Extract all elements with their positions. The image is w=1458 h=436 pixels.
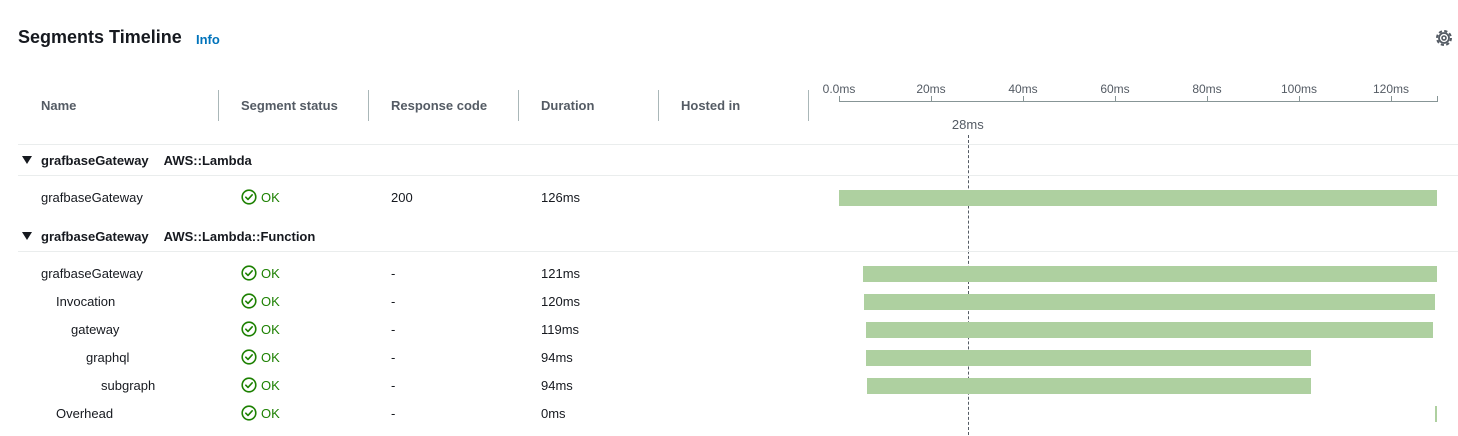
segment-status: OK [241, 189, 280, 205]
segment-duration: 121ms [541, 266, 581, 281]
column-header-response[interactable]: Response code [391, 98, 487, 113]
timeline-bar[interactable] [866, 322, 1433, 338]
segment-duration: 94ms [541, 350, 573, 365]
segment-name[interactable]: Overhead [56, 406, 113, 421]
timeline-bar[interactable] [863, 294, 1436, 310]
timeline-bar[interactable] [862, 266, 1437, 282]
ok-check-icon [241, 189, 261, 205]
segment-name[interactable]: grafbaseGateway [41, 266, 143, 281]
segment-status: OK [241, 405, 280, 421]
timeline-bar[interactable] [866, 350, 1311, 366]
segment-duration: 0ms [541, 406, 566, 421]
response-code: - [391, 406, 396, 421]
timeline-bar[interactable] [1434, 406, 1437, 422]
status-label: OK [261, 377, 280, 393]
segment-name[interactable]: graphql [86, 350, 129, 365]
axis-tick-label: 60ms [1100, 82, 1130, 96]
group-name: grafbaseGateway [41, 152, 149, 168]
ok-check-icon [241, 349, 261, 365]
status-label: OK [261, 189, 280, 205]
response-code: - [391, 378, 396, 393]
column-separator[interactable] [658, 90, 659, 121]
ok-check-icon [241, 293, 261, 309]
axis-tick [1437, 96, 1438, 102]
segment-status: OK [241, 377, 280, 393]
segment-duration: 94ms [541, 378, 573, 393]
response-code: - [391, 294, 396, 309]
segment-name[interactable]: subgraph [101, 378, 155, 393]
status-label: OK [261, 405, 280, 421]
column-separator[interactable] [808, 90, 809, 121]
axis-tick-label: 100ms [1280, 82, 1318, 96]
segment-duration: 119ms [541, 322, 580, 337]
timeline-bar[interactable] [867, 378, 1311, 394]
column-separator[interactable] [518, 90, 519, 121]
ok-check-icon [241, 265, 261, 281]
response-code: 200 [391, 190, 413, 205]
ok-check-icon [241, 377, 261, 393]
column-separator[interactable] [218, 90, 219, 121]
group-type: AWS::Lambda [163, 152, 252, 168]
status-label: OK [261, 349, 280, 365]
column-header-hosted[interactable]: Hosted in [681, 98, 740, 113]
segment-name[interactable]: Invocation [56, 294, 115, 309]
ok-check-icon [241, 321, 261, 337]
settings-gear-icon[interactable] [1434, 28, 1454, 48]
axis-tick-label: 120ms [1372, 82, 1410, 96]
group-type: AWS::Lambda::Function [163, 228, 316, 244]
segment-name[interactable]: grafbaseGateway [41, 190, 143, 205]
axis-line [839, 101, 1437, 102]
column-header-name[interactable]: Name [41, 98, 76, 113]
collapse-caret-icon[interactable] [22, 232, 32, 240]
header-divider [18, 144, 1458, 145]
group-divider [18, 251, 1458, 252]
axis-tick-label: 0.0ms [822, 82, 856, 96]
segment-status: OK [241, 293, 280, 309]
collapse-caret-icon[interactable] [22, 156, 32, 164]
group-name: grafbaseGateway [41, 228, 149, 244]
segment-status: OK [241, 265, 280, 281]
response-code: - [391, 322, 396, 337]
timeline-bar[interactable] [839, 190, 1437, 206]
segment-status: OK [241, 349, 280, 365]
status-label: OK [261, 321, 280, 337]
ok-check-icon [241, 405, 261, 421]
timeline-marker-label: 28ms [951, 117, 984, 132]
column-header-duration[interactable]: Duration [541, 98, 594, 113]
info-link[interactable]: Info [196, 32, 220, 47]
column-header-status[interactable]: Segment status [241, 98, 338, 113]
segment-name[interactable]: gateway [71, 322, 119, 337]
axis-tick-label: 80ms [1192, 82, 1222, 96]
page-title: Segments Timeline [18, 27, 182, 47]
response-code: - [391, 350, 396, 365]
segment-status: OK [241, 321, 280, 337]
group-row: grafbaseGateway AWS::Lambda::Function [22, 226, 315, 246]
axis-tick-label: 20ms [916, 82, 946, 96]
group-divider [18, 175, 1458, 176]
segment-duration: 126ms [541, 190, 581, 205]
axis-tick-label: 40ms [1008, 82, 1038, 96]
response-code: - [391, 266, 396, 281]
column-separator[interactable] [368, 90, 369, 121]
group-row: grafbaseGateway AWS::Lambda [22, 150, 252, 170]
segment-duration: 120ms [541, 294, 581, 309]
status-label: OK [261, 265, 280, 281]
status-label: OK [261, 293, 280, 309]
